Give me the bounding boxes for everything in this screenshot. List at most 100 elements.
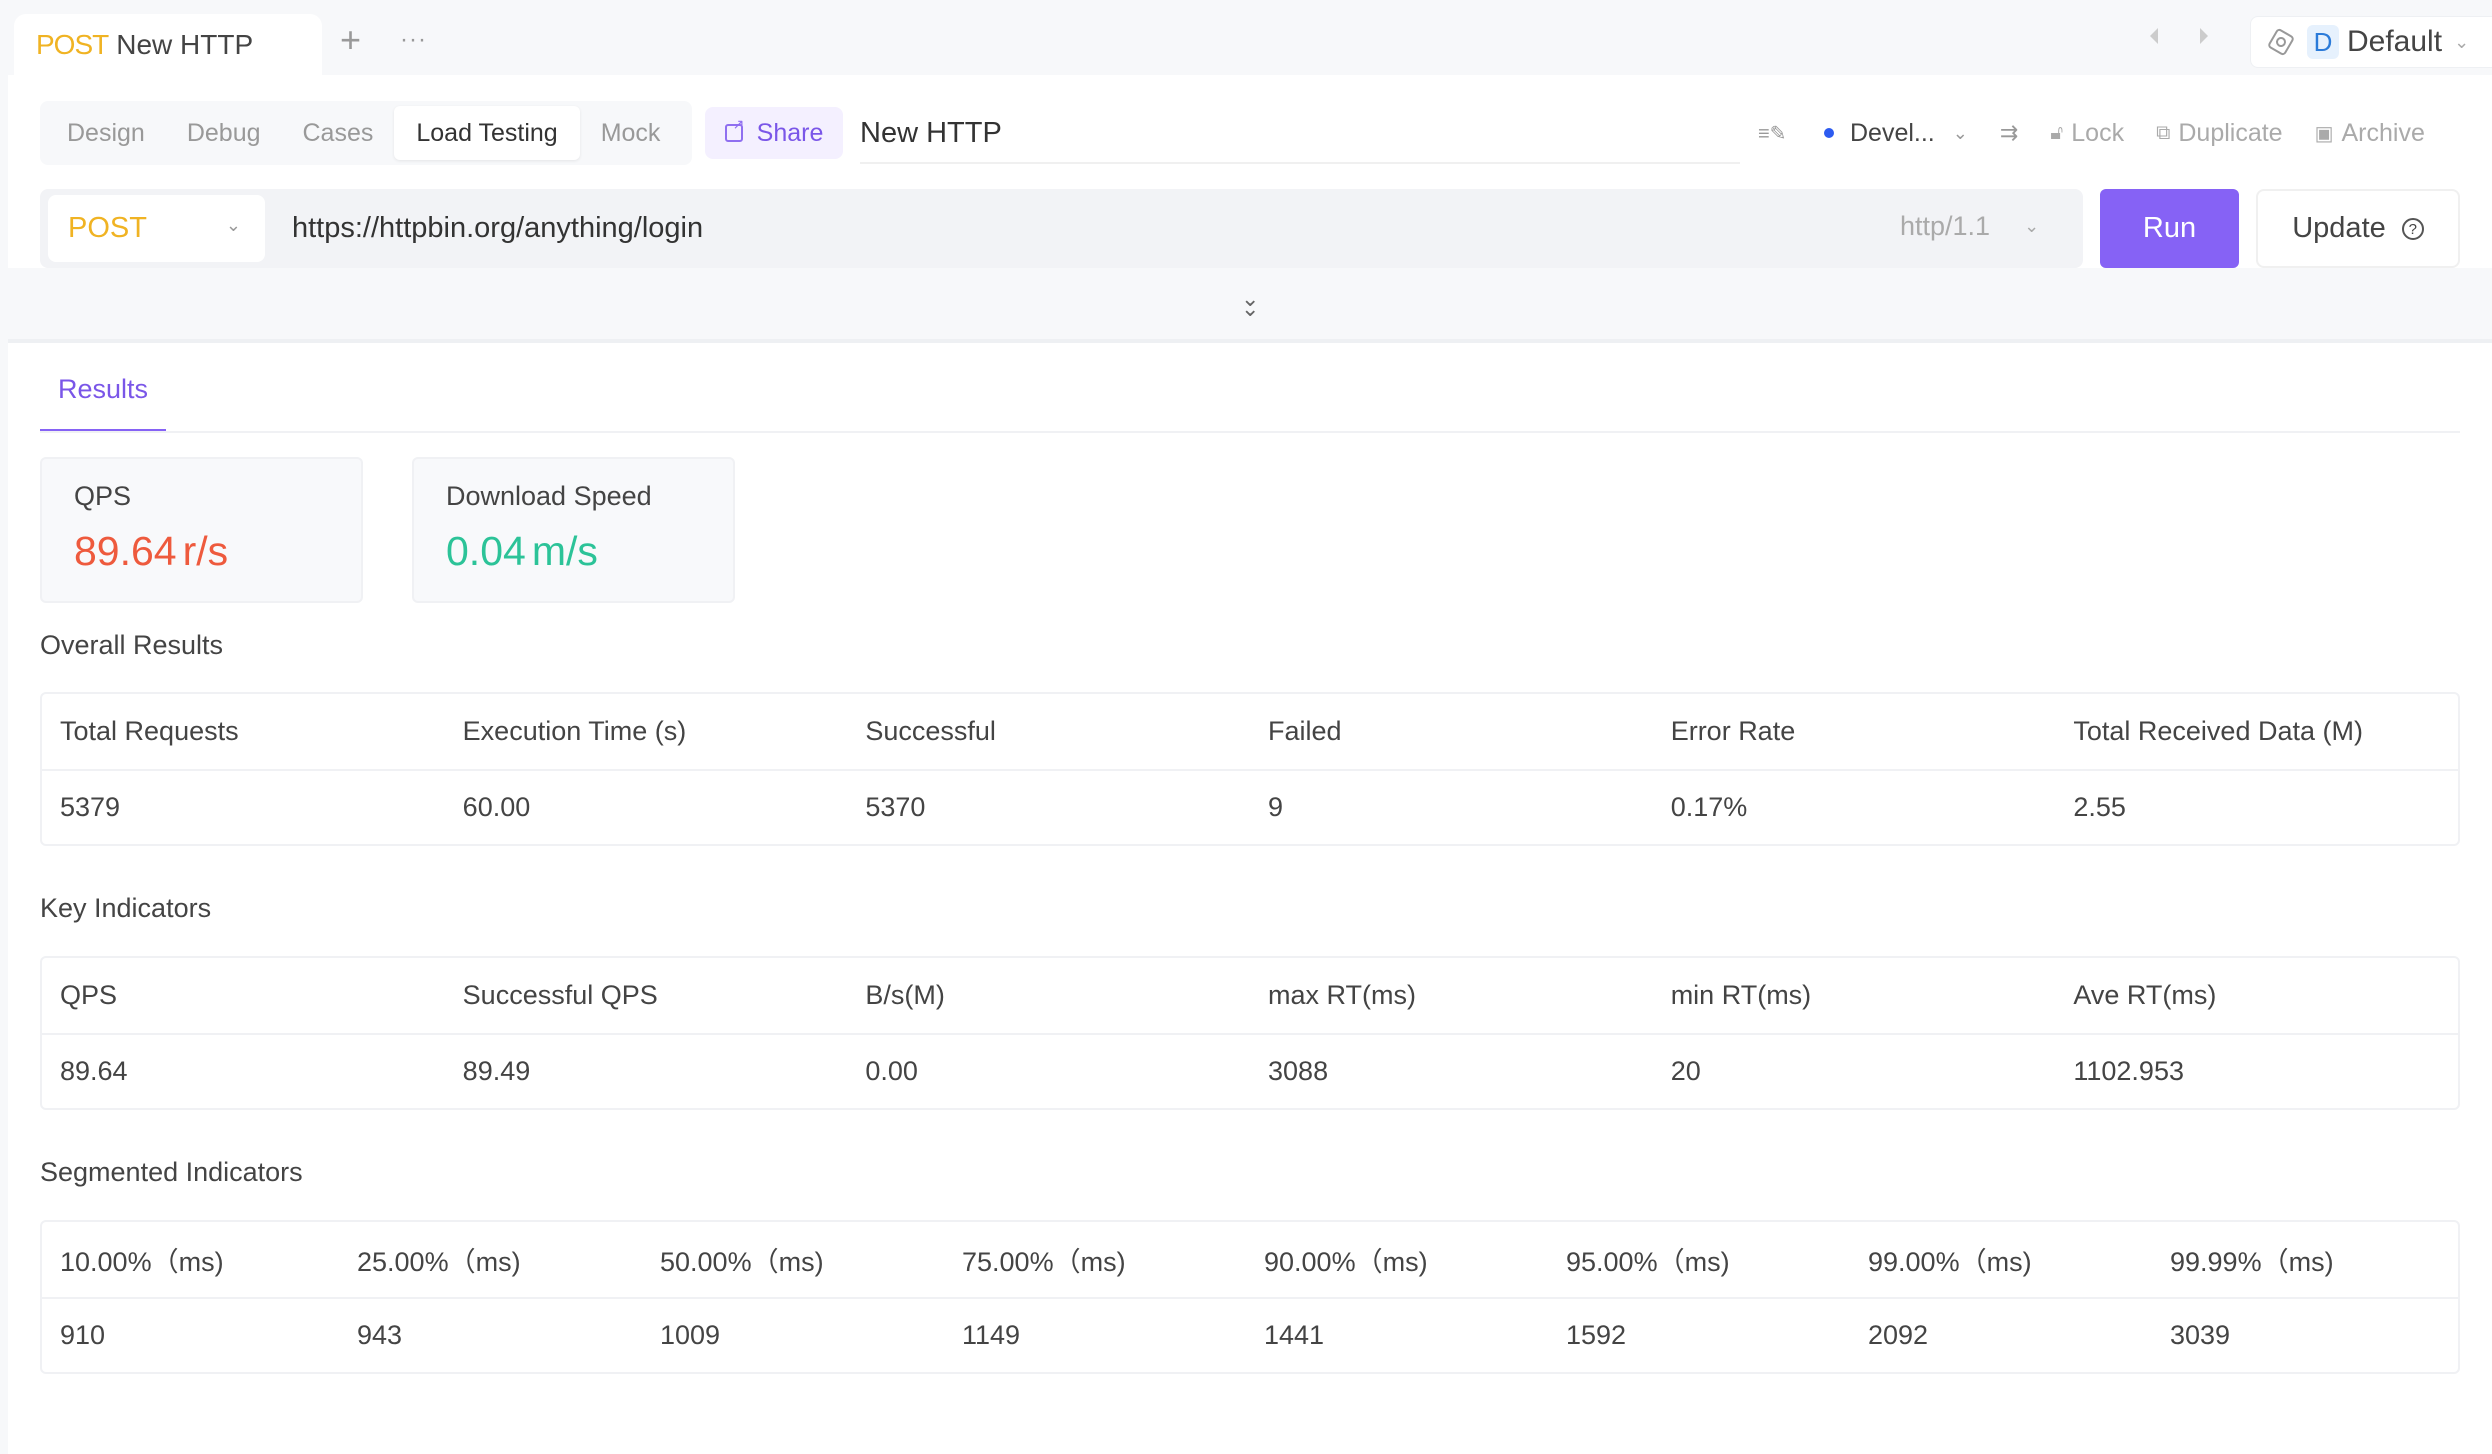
table-cell: 1149 <box>962 1320 1021 1350</box>
environment-selector[interactable]: D Default ⌄ <box>2250 16 2492 68</box>
download-number: 0.04 <box>446 528 526 574</box>
table-header: 99.00%（ms) <box>1868 1247 2032 1277</box>
segmented-indicators-title: Segmented Indicators <box>40 1157 303 1187</box>
table-cell: 0.17% <box>1670 792 1748 822</box>
qps-unit: r/s <box>182 528 229 574</box>
request-toolbar: ≡✎ Devel... ⌄ ⇉ 🔓︎ Lock ⧉ Duplicate ▣ Ar… <box>1758 108 2457 158</box>
duplicate-button[interactable]: ⧉ Duplicate <box>2156 119 2283 148</box>
table-cell: 5370 <box>865 792 926 822</box>
table-header: 25.00%（ms) <box>357 1247 521 1277</box>
table-row: 5379 60.00 5370 9 0.17% 2.55 <box>42 769 2458 844</box>
status-dot-icon <box>1824 128 1834 138</box>
run-button[interactable]: Run <box>2100 189 2239 268</box>
environment-label: Default <box>2347 25 2443 58</box>
more-tabs-icon[interactable]: ··· <box>400 26 427 54</box>
table-row: 89.64 89.49 0.00 3088 20 1102.953 <box>42 1033 2458 1108</box>
table-cell: 9 <box>1268 792 1284 822</box>
chevron-down-icon: ⌄ <box>2454 31 2470 52</box>
update-button[interactable]: Update ? <box>2256 189 2460 268</box>
lock-button[interactable]: 🔓︎ Lock <box>2050 119 2124 148</box>
tab-cases[interactable]: Cases <box>282 106 395 160</box>
mode-tabs: Design Debug Cases Load Testing Mock <box>40 101 692 165</box>
table-header: max RT(ms) <box>1268 980 1417 1010</box>
duplicate-icon: ⧉ <box>2156 121 2171 144</box>
table-cell: 60.00 <box>462 792 531 822</box>
lock-icon: 🔓︎ <box>2050 121 2064 144</box>
table-cell: 910 <box>60 1320 106 1350</box>
file-tab-name: New HTTP <box>116 28 254 60</box>
tab-design[interactable]: Design <box>46 106 166 160</box>
key-indicators-title: Key Indicators <box>40 893 212 923</box>
download-card-value: 0.04 m/s <box>446 528 701 575</box>
table-header-row: QPS Successful QPS B/s(M) max RT(ms) min… <box>42 958 2458 1033</box>
table-header: Successful QPS <box>462 980 658 1010</box>
request-title-input[interactable] <box>860 104 1740 164</box>
double-chevron-down-icon[interactable]: ⌄ ⌄ <box>1241 288 1259 320</box>
table-cell: 0.00 <box>865 1056 918 1086</box>
protocol-select[interactable]: http/1.1 ⌄ <box>1900 211 2039 242</box>
segmented-indicators-table: 10.00%（ms) 25.00%（ms) 50.00%（ms) 75.00%（… <box>40 1220 2460 1374</box>
table-header: 99.99%（ms) <box>2170 1247 2334 1277</box>
table-cell: 943 <box>357 1320 403 1350</box>
qps-card-label: QPS <box>74 481 132 511</box>
archive-icon: ▣ <box>2314 122 2334 145</box>
table-header: Failed <box>1268 716 1342 746</box>
qps-card: QPS 89.64 r/s <box>40 457 363 603</box>
qps-card-value: 89.64 r/s <box>74 528 329 575</box>
table-header: 90.00%（ms) <box>1264 1247 1428 1277</box>
download-speed-card: Download Speed 0.04 m/s <box>412 457 735 603</box>
nav-forward-icon[interactable] <box>2200 28 2208 44</box>
file-tab-new-http[interactable]: POST New HTTP <box>14 14 322 75</box>
table-header: QPS <box>60 980 118 1010</box>
indent-icon[interactable]: ⇉ <box>2000 120 2018 146</box>
tabs-divider <box>40 431 2460 433</box>
tab-results[interactable]: Results <box>40 350 166 432</box>
table-header: 75.00%（ms) <box>962 1247 1126 1277</box>
table-header: Total Received Data (M) <box>2073 716 2363 746</box>
download-unit: m/s <box>531 528 598 574</box>
update-label: Update <box>2292 212 2386 244</box>
tab-debug[interactable]: Debug <box>166 106 282 160</box>
nav-back-icon[interactable] <box>2150 28 2158 44</box>
left-edge <box>0 75 8 1454</box>
table-cell: 20 <box>1670 1056 1701 1086</box>
share-button[interactable]: Share <box>705 107 843 159</box>
table-cell: 1102.953 <box>2073 1056 2184 1086</box>
duplicate-label: Duplicate <box>2178 118 2283 147</box>
table-header: Successful <box>865 716 996 746</box>
table-header: Ave RT(ms) <box>2073 980 2217 1010</box>
dev-status-select[interactable]: Devel... <box>1850 119 1935 148</box>
table-header: Execution Time (s) <box>462 716 687 746</box>
overall-results-title: Overall Results <box>40 630 224 660</box>
lock-label: Lock <box>2071 118 2125 147</box>
table-row: 910 943 1009 1149 1441 1592 2092 3039 <box>42 1297 2458 1372</box>
table-cell: 1441 <box>1264 1320 1325 1350</box>
table-header: Error Rate <box>1670 716 1796 746</box>
tab-mock[interactable]: Mock <box>580 106 682 160</box>
edit-format-icon[interactable]: ≡✎ <box>1758 121 1786 146</box>
archive-button[interactable]: ▣ Archive <box>2315 119 2425 148</box>
table-cell: 89.49 <box>462 1056 531 1086</box>
table-header: 50.00%（ms) <box>660 1247 824 1277</box>
key-indicators-table: QPS Successful QPS B/s(M) max RT(ms) min… <box>40 956 2460 1110</box>
protocol-value: http/1.1 <box>1900 211 1991 241</box>
download-card-label: Download Speed <box>446 481 652 511</box>
file-tab-method: POST <box>36 28 109 60</box>
table-header: 95.00%（ms) <box>1566 1247 1730 1277</box>
help-icon[interactable]: ? <box>2401 217 2424 240</box>
chevron-down-icon[interactable]: ⌄ <box>1953 123 1968 144</box>
add-tab-icon[interactable]: + <box>340 22 361 58</box>
url-bar: POST ⌄ http/1.1 ⌄ <box>40 189 2083 268</box>
method-select[interactable]: POST ⌄ <box>48 195 265 262</box>
table-header: Total Requests <box>60 716 239 746</box>
method-value: POST <box>68 212 147 244</box>
table-header-row: 10.00%（ms) 25.00%（ms) 50.00%（ms) 75.00%（… <box>42 1222 2458 1297</box>
table-cell: 89.64 <box>60 1056 128 1086</box>
url-input[interactable] <box>292 189 1692 268</box>
table-cell: 2.55 <box>2073 792 2126 822</box>
overall-results-table: Total Requests Execution Time (s) Succes… <box>40 692 2460 846</box>
qps-number: 89.64 <box>74 528 177 574</box>
chevron-down-icon: ⌄ <box>225 215 241 235</box>
settings-gear-icon[interactable] <box>2266 27 2296 57</box>
tab-load-testing[interactable]: Load Testing <box>394 106 580 160</box>
